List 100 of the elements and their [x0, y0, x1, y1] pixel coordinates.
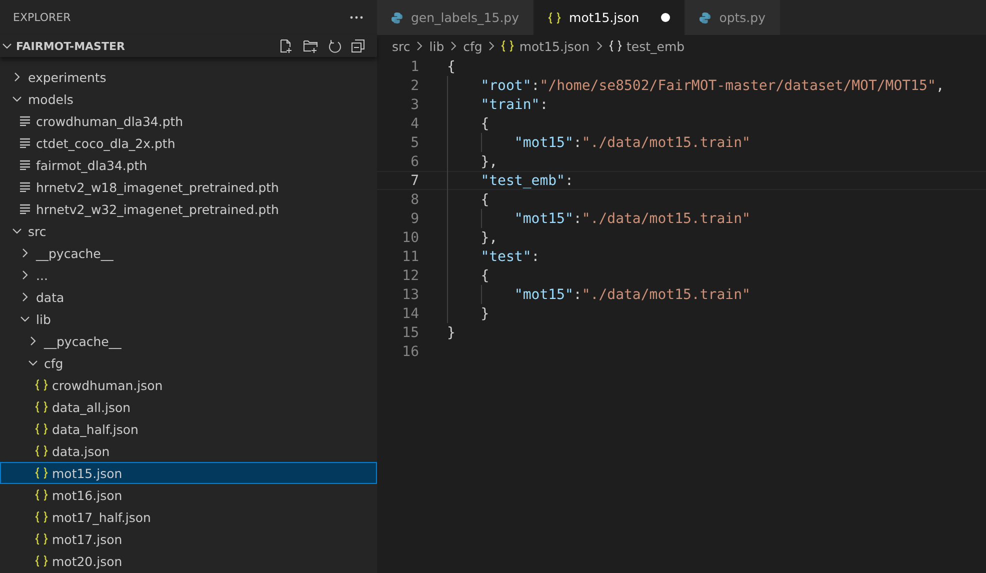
line-number: 10	[401, 230, 419, 246]
line-number: 2	[410, 78, 419, 94]
chevron-right-icon[interactable]	[20, 248, 30, 258]
code-line: }	[447, 305, 490, 322]
collapse-all-icon[interactable]	[351, 39, 365, 53]
line-number: 5	[410, 134, 419, 150]
object-icon	[608, 40, 622, 52]
chevron-right-icon[interactable]	[12, 72, 22, 82]
explorer-title: EXPLORER	[13, 11, 71, 24]
tree-item[interactable]: mot17.json	[0, 528, 377, 550]
code-line: }	[447, 324, 456, 341]
tree-item[interactable]: mot20.json	[0, 550, 377, 572]
new-file-icon[interactable]	[279, 38, 294, 54]
breadcrumb-item[interactable]: src	[392, 38, 410, 54]
line-number: 8	[410, 192, 419, 208]
braces-icon	[501, 40, 514, 52]
tree-item[interactable]: data	[0, 286, 377, 308]
folder-header[interactable]: FAIRMOT-MASTER	[0, 35, 377, 57]
file-lines-icon	[20, 204, 30, 214]
chevron-down-icon[interactable]	[12, 226, 22, 236]
line-number: 13	[401, 286, 419, 302]
chevron-right-icon[interactable]	[20, 270, 30, 280]
braces-icon	[34, 379, 48, 391]
tree-item[interactable]: mot16.json	[0, 484, 377, 506]
file-lines-icon	[20, 138, 30, 148]
braces-icon	[34, 533, 48, 545]
tree-item[interactable]: crowdhuman_dla34.pth	[0, 110, 377, 132]
code-line: },	[447, 153, 498, 170]
chevron-right-icon[interactable]	[20, 292, 30, 302]
line-number: 11	[401, 248, 419, 264]
tree-item[interactable]: __pycache__	[0, 242, 377, 264]
tree-item[interactable]: data_all.json	[0, 396, 377, 418]
line-number: 12	[401, 268, 419, 284]
folder-name: FAIRMOT-MASTER	[16, 40, 126, 52]
code-line: "mot15":"./data/mot15.train"	[447, 134, 750, 151]
tree-item[interactable]: mot15.json	[0, 462, 377, 484]
braces-icon	[34, 423, 48, 435]
breadcrumb-item[interactable]: lib	[429, 38, 444, 54]
more-icon[interactable]	[350, 16, 363, 19]
editor-tab[interactable]: gen_labels_15.py	[377, 0, 534, 35]
braces-icon	[34, 555, 48, 567]
code-line: "mot15":"./data/mot15.train"	[447, 286, 750, 303]
tree-item[interactable]: data_half.json	[0, 418, 377, 440]
python-icon	[699, 12, 712, 24]
code-line: "test_emb":	[447, 172, 574, 189]
breadcrumb-item[interactable]: mot15.json	[519, 38, 590, 54]
tree-item[interactable]: experiments	[0, 66, 377, 88]
tree-item[interactable]: src	[0, 220, 377, 242]
tree-item[interactable]: __pycache__	[0, 330, 377, 352]
code-line: "train":	[447, 96, 548, 113]
chevron-down-icon[interactable]	[28, 358, 38, 368]
code-line: "mot15":"./data/mot15.train"	[447, 210, 750, 227]
chevron-down-icon[interactable]	[20, 314, 30, 324]
tree-item[interactable]: lib	[0, 308, 377, 330]
chevron-right-icon[interactable]	[28, 336, 38, 346]
code-line: {	[447, 191, 490, 208]
code-line: {	[447, 115, 490, 132]
line-number: 14	[401, 306, 419, 322]
chevron-right-icon	[416, 41, 424, 51]
tree-item[interactable]: fairmot_dla34.pth	[0, 154, 377, 176]
tree-item[interactable]: mot17_half.json	[0, 506, 377, 528]
braces-icon	[34, 467, 48, 479]
breadcrumb-item[interactable]: cfg	[463, 38, 482, 54]
line-number: 7	[410, 172, 419, 188]
tree-item[interactable]: models	[0, 88, 377, 110]
tree-item[interactable]: crowdhuman.json	[0, 374, 377, 396]
tree-item[interactable]: ctdet_coco_dla_2x.pth	[0, 132, 377, 154]
code-line: "root":"/home/se8502/FairMOT-master/dataset/MOT/MOT15",	[447, 77, 944, 94]
refresh-icon[interactable]	[328, 38, 342, 54]
code-line: {	[447, 58, 456, 75]
tree-item[interactable]: ...	[0, 264, 377, 286]
code-line: },	[447, 229, 498, 246]
braces-icon	[34, 489, 48, 501]
chevron-right-icon	[596, 41, 603, 51]
line-number: 16	[401, 344, 419, 360]
new-folder-icon[interactable]	[303, 38, 319, 54]
line-number: 3	[410, 96, 419, 112]
tree-item[interactable]: cfg	[0, 352, 377, 374]
breadcrumb-item[interactable]: test_emb	[626, 38, 685, 54]
chevron-down-icon[interactable]	[12, 94, 22, 104]
file-lines-icon	[20, 160, 30, 170]
tree-item[interactable]: data.json	[0, 440, 377, 462]
code-line: "test":	[447, 248, 540, 265]
tree-item[interactable]: hrnetv2_w18_imagenet_pretrained.pth	[0, 176, 377, 198]
tree-item[interactable]: hrnetv2_w32_imagenet_pretrained.pth	[0, 198, 377, 220]
line-number: 6	[410, 154, 419, 170]
code-line: {	[447, 267, 490, 284]
editor-tab[interactable]: opts.py	[685, 0, 780, 35]
braces-icon	[548, 12, 562, 24]
chevron-down-icon[interactable]	[2, 41, 12, 51]
editor-tab[interactable]: mot15.json	[534, 0, 686, 35]
chevron-right-icon	[488, 41, 496, 51]
braces-icon	[34, 401, 48, 413]
braces-icon	[34, 445, 48, 457]
braces-icon	[34, 511, 48, 523]
chevron-right-icon	[450, 41, 458, 51]
line-number: 15	[401, 324, 419, 340]
file-lines-icon	[20, 182, 30, 192]
file-lines-icon	[20, 116, 30, 126]
python-icon	[391, 12, 403, 24]
